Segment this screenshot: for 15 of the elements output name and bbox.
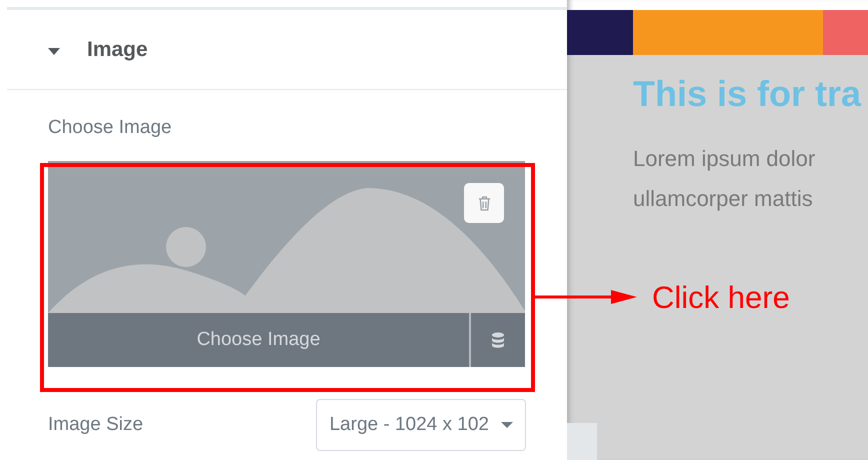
dropdown-arrow-icon [501, 422, 513, 428]
preview-heading: This is for tra [633, 73, 862, 115]
caret-icon[interactable] [48, 48, 60, 56]
section-title[interactable]: Image [87, 38, 148, 62]
delete-button[interactable] [464, 183, 504, 223]
database-icon [491, 332, 505, 348]
image-chooser[interactable]: Choose Image [48, 161, 525, 367]
body-text-line: Lorem ipsum dolor [633, 145, 816, 173]
trash-icon [478, 196, 490, 210]
panel-toggle-tab[interactable] [567, 423, 597, 460]
field-label: Image Size [48, 414, 144, 436]
image-size-select[interactable]: Large - 1024 x 102 [316, 399, 526, 451]
body-text-line: ullamcorper mattis [633, 185, 814, 213]
annotation-label: Click here [652, 280, 790, 316]
field-label: Choose Image [48, 117, 173, 139]
